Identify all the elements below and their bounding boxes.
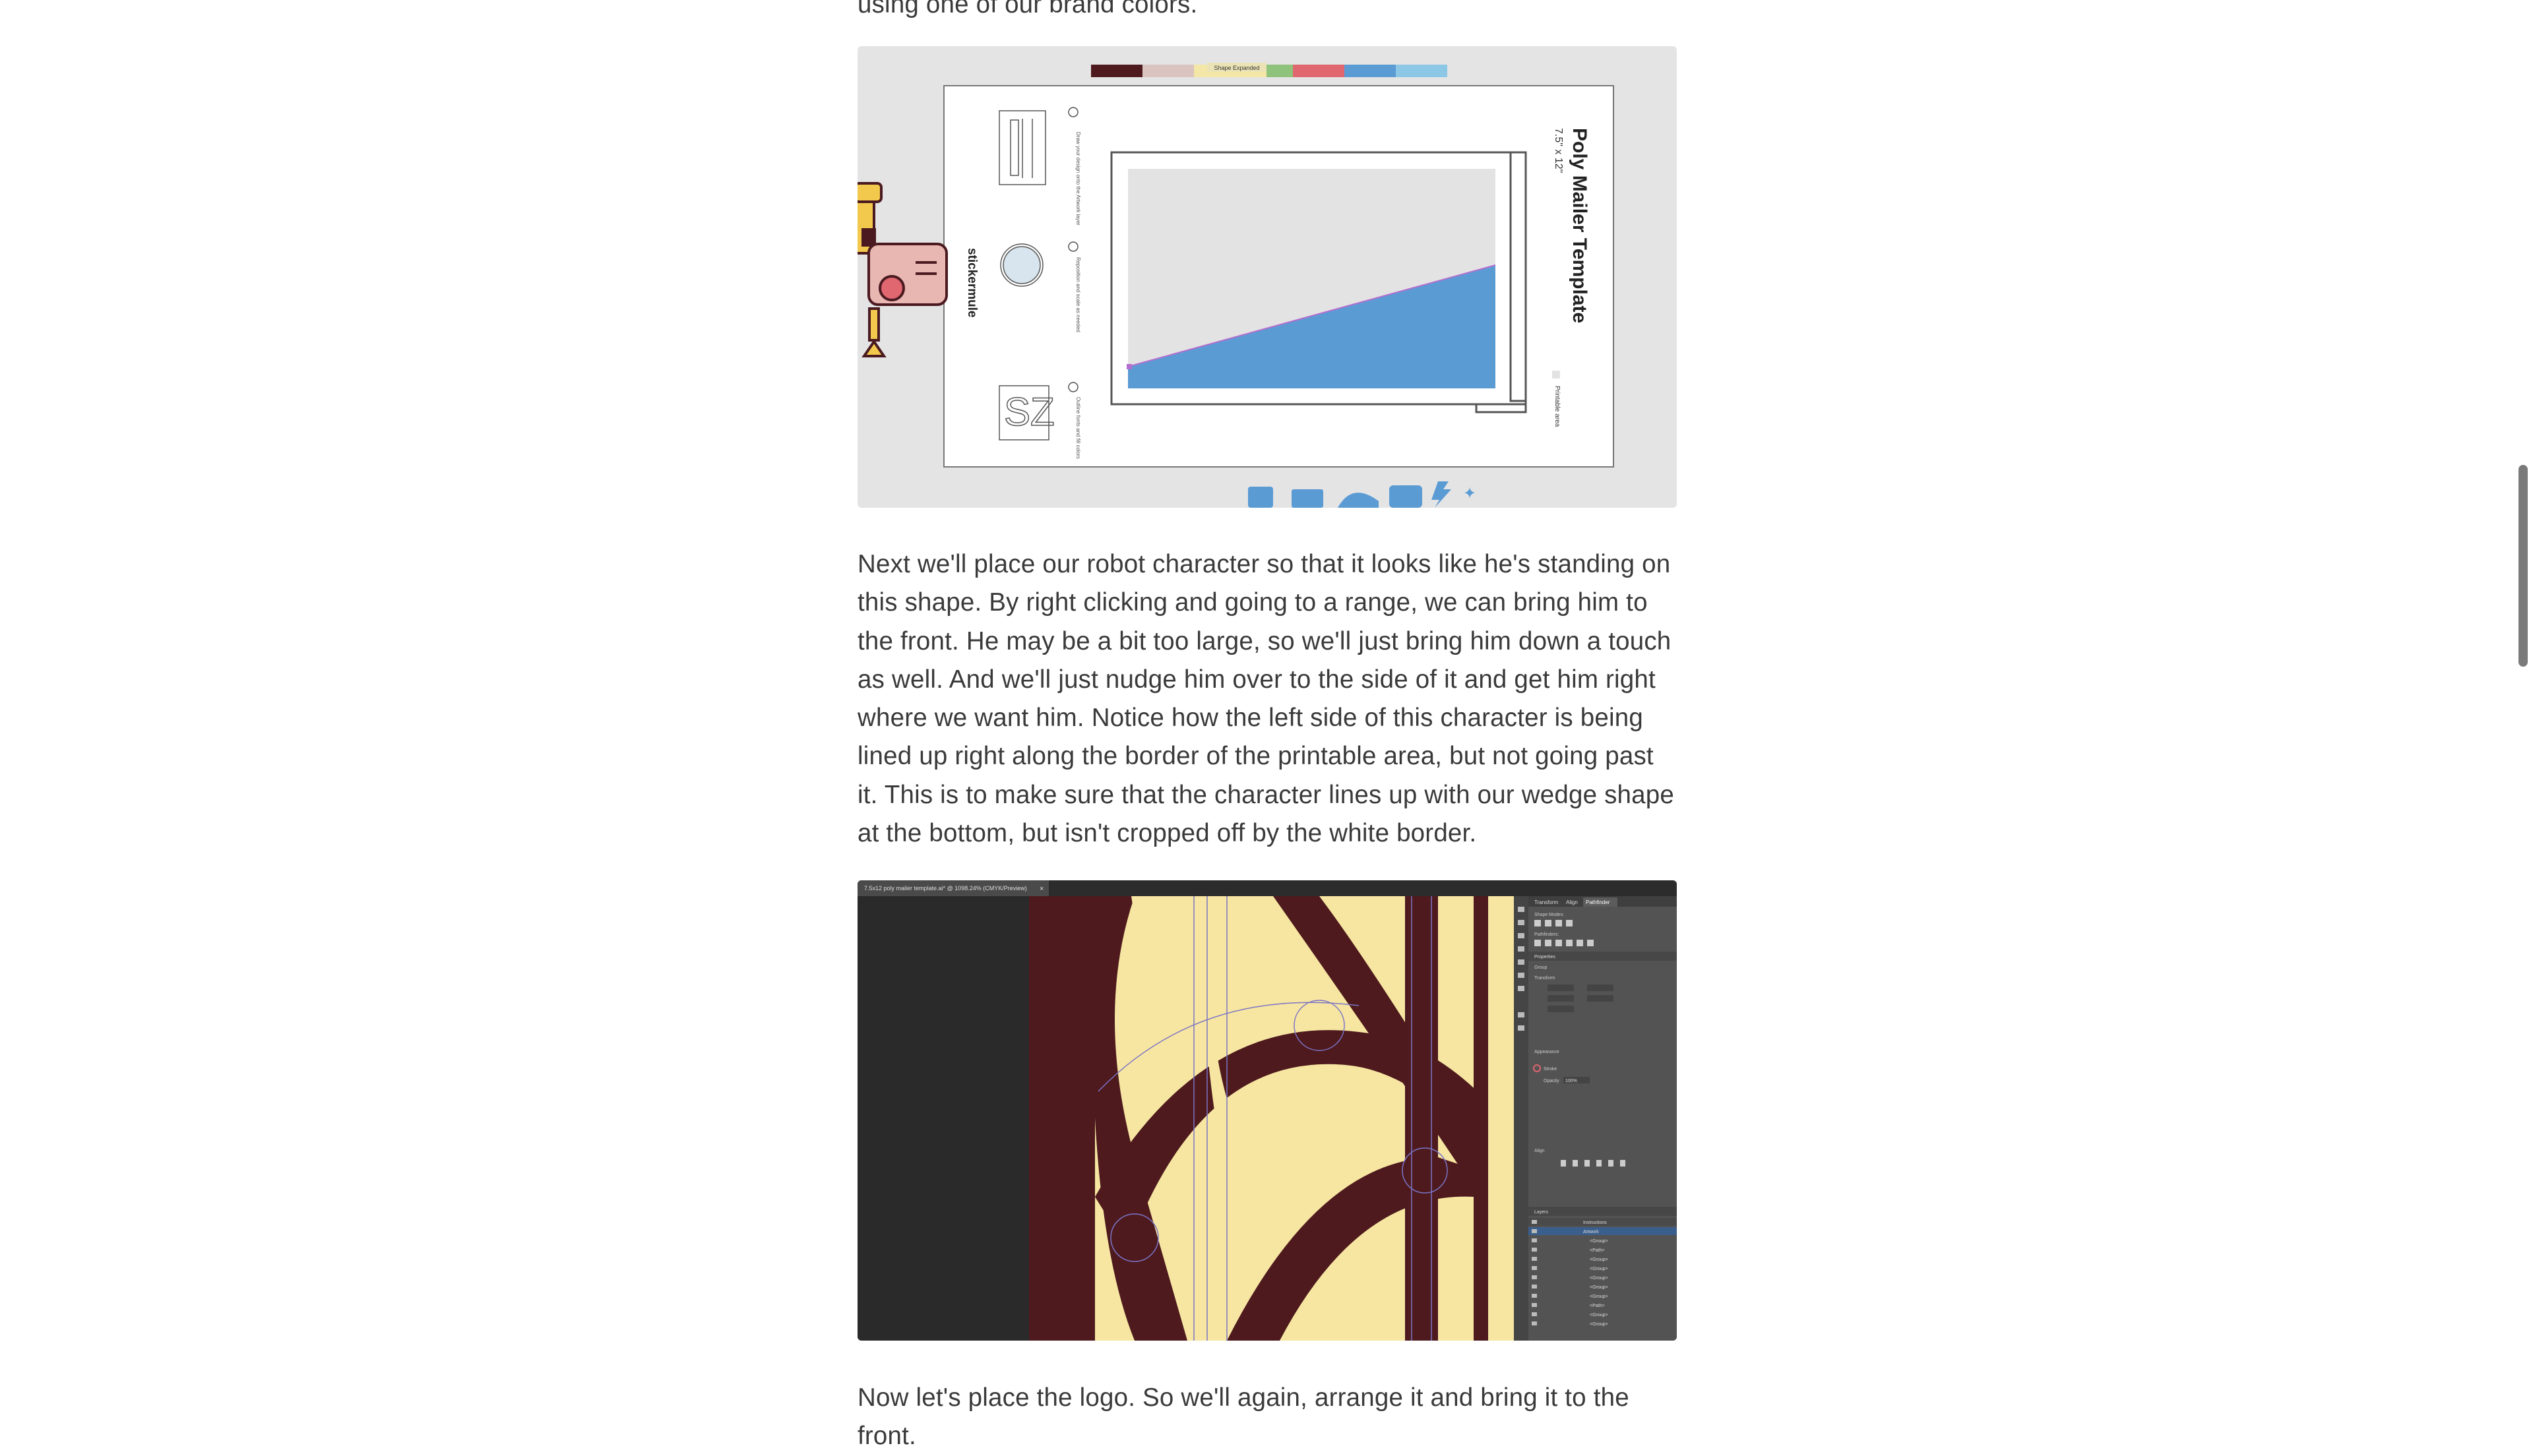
layer-row[interactable]: Artwork <box>1583 1230 1599 1234</box>
blue-icon-row: ✦ <box>1248 481 1476 508</box>
tab-transform[interactable]: Transform <box>1534 899 1558 905</box>
zoomed-artwork <box>1029 896 1514 1341</box>
layer-row[interactable]: <Group> <box>1590 1276 1608 1281</box>
layer-row[interactable]: <Group> <box>1590 1239 1608 1244</box>
tab-pathfinder[interactable]: Pathfinder <box>1586 899 1610 905</box>
layer-row[interactable]: <Group> <box>1590 1322 1608 1327</box>
stroke-label: Stroke <box>1544 1067 1557 1072</box>
section-transform: Transform <box>1534 976 1555 981</box>
section-layers: Layers <box>1534 1210 1549 1215</box>
printable-area-label: Printable area <box>1553 386 1561 427</box>
template-title: Poly Mailer Template <box>1569 128 1590 323</box>
opacity-value[interactable]: 100% <box>1565 1079 1577 1083</box>
section-properties: Properties <box>1534 955 1555 959</box>
layer-row[interactable]: <Group> <box>1590 1267 1608 1271</box>
layer-row[interactable]: <Path> <box>1590 1248 1605 1253</box>
poly-mailer-template-image: Shape Expanded SZ Draw your design onto … <box>858 46 1677 508</box>
section-appearance: Appearance <box>1534 1050 1559 1054</box>
layer-row[interactable]: <Group> <box>1590 1313 1608 1318</box>
properties-panel <box>1528 896 1677 1341</box>
swatch-label: Shape Expanded <box>1214 65 1259 71</box>
close-tab-icon[interactable]: × <box>1040 885 1044 893</box>
template-size: 7.5" x 12" <box>1553 128 1564 173</box>
page-scrollbar-thumb[interactable] <box>2518 465 2528 667</box>
illustrator-view: 7.5x12 poly mailer template.ai* @ 1098.2… <box>858 880 1677 1341</box>
template-illustration: Shape Expanded SZ Draw your design onto … <box>858 63 1614 508</box>
color-swatch-strip: Shape Expanded <box>1091 63 1447 77</box>
opacity-label: Opacity <box>1544 1079 1559 1083</box>
stickermule-logo: stickermule <box>965 248 979 318</box>
layer-row[interactable]: Instructions <box>1583 1221 1607 1225</box>
paragraph-logo-placement: Now let's place the logo. So we'll again… <box>858 1383 1629 1451</box>
svg-text:Outline fonts and fill colors: Outline fonts and fill colors <box>1075 397 1081 459</box>
section-shape-modes: Shape Modes: <box>1534 913 1564 917</box>
section-pathfinders: Pathfinders: <box>1534 932 1559 937</box>
layer-row[interactable]: <Path> <box>1590 1304 1605 1308</box>
illustrator-screenshot: 7.5x12 poly mailer template.ai* @ 1098.2… <box>858 880 1677 1341</box>
robot-character <box>858 182 948 357</box>
svg-text:SZ: SZ <box>1004 390 1055 434</box>
paragraph-robot-placement: Next we'll place our robot character so … <box>858 550 1674 848</box>
svg-text:Draw your design onto the Artw: Draw your design onto the Artwork layer <box>1075 132 1081 226</box>
layer-row[interactable]: <Group> <box>1590 1258 1608 1262</box>
svg-text:Reposition and scale as needed: Reposition and scale as needed <box>1075 257 1081 332</box>
section-align: Align <box>1534 1149 1545 1153</box>
document-tab-title: 7.5x12 poly mailer template.ai* @ 1098.2… <box>864 885 1027 892</box>
layer-row[interactable]: <Group> <box>1590 1285 1608 1290</box>
section-group: Group <box>1534 965 1548 970</box>
svg-text:✦: ✦ <box>1463 485 1476 502</box>
tab-align[interactable]: Align <box>1566 899 1578 905</box>
layer-row[interactable]: <Group> <box>1590 1294 1608 1299</box>
top-text-fragment: using one of our brand colors. <box>858 0 1198 18</box>
